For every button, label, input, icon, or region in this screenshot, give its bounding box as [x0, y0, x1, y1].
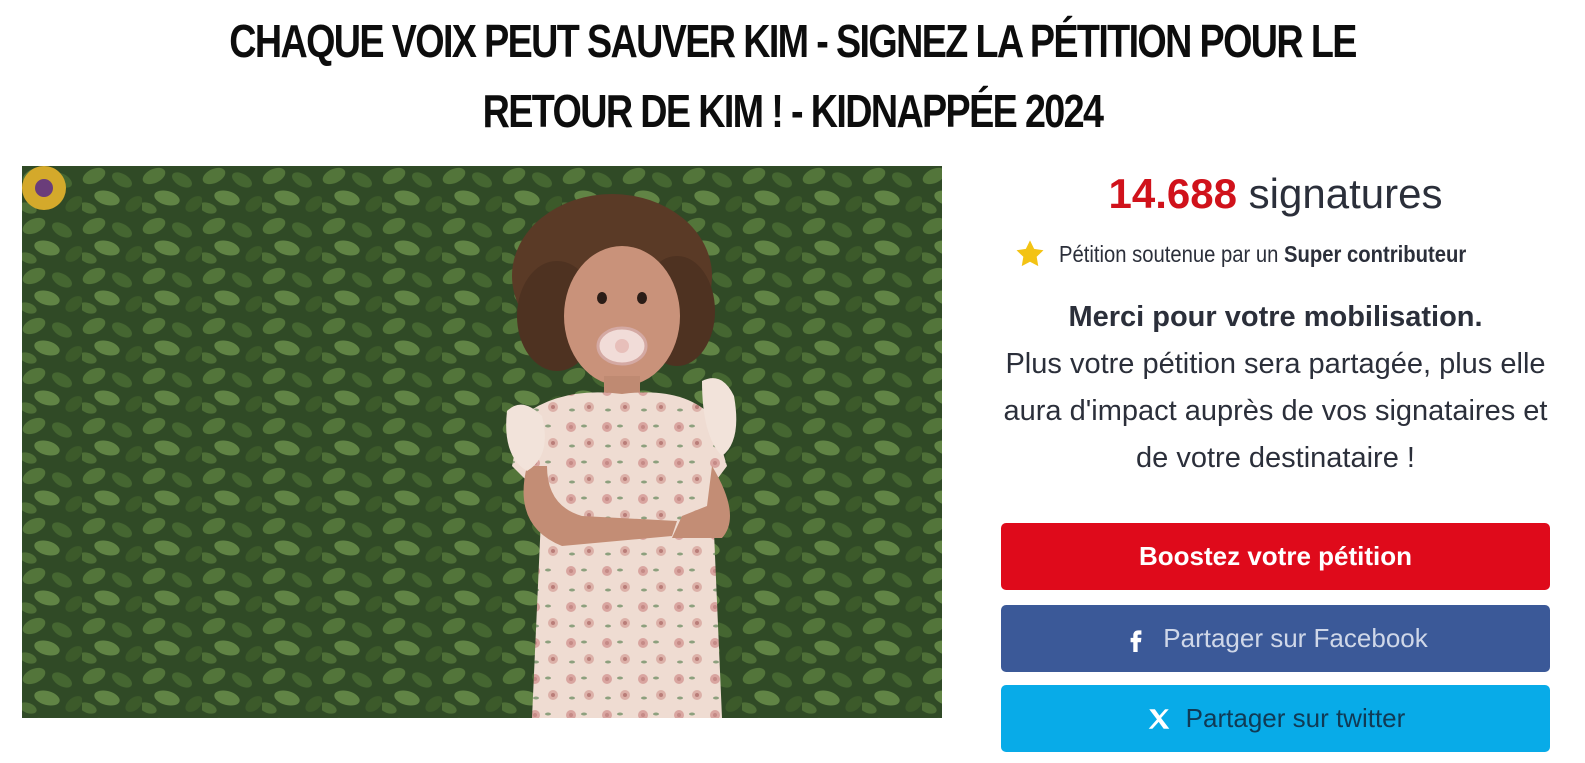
- thanks-heading: Merci pour votre mobilisation.: [1068, 301, 1483, 333]
- boost-petition-label: Boostez votre pétition: [1138, 541, 1412, 571]
- petition-photo: [22, 166, 942, 718]
- share-twitter-button[interactable]: Partager sur twitter: [1001, 685, 1550, 752]
- boost-petition-button[interactable]: Boostez votre pétition: [1001, 523, 1550, 590]
- x-logo-icon: [1146, 706, 1172, 732]
- signature-count: 14.688: [1108, 170, 1237, 217]
- signature-panel: 14.688 signatures Pétition soutenue par …: [1001, 166, 1550, 752]
- supporter-badge: Pétition soutenue par un Super contribut…: [1001, 238, 1550, 270]
- signature-counter: 14.688 signatures: [1001, 166, 1550, 222]
- petition-page: CHAQUE VOIX PEUT SAUVER KIM - SIGNEZ LA …: [0, 0, 1585, 763]
- supporter-text: Pétition soutenue par un Super contribut…: [1059, 238, 1481, 270]
- share-facebook-label: Partager sur Facebook: [1163, 623, 1428, 653]
- child-photo-image: [22, 166, 942, 718]
- thanks-body: Plus votre pétition sera partagée, plus …: [1003, 348, 1548, 474]
- signature-label: signatures: [1248, 170, 1443, 217]
- star-icon: [1013, 238, 1047, 270]
- share-twitter-label: Partager sur twitter: [1185, 703, 1406, 733]
- page-title: CHAQUE VOIX PEUT SAUVER KIM - SIGNEZ LA …: [229, 15, 1357, 137]
- share-facebook-button[interactable]: Partager sur Facebook: [1001, 605, 1550, 672]
- supporter-prefix: Pétition soutenue par un: [1058, 241, 1278, 267]
- supporter-highlight: Super contributeur: [1283, 241, 1466, 267]
- facebook-icon: [1123, 625, 1149, 653]
- thanks-message: Merci pour votre mobilisation. Plus votr…: [1001, 294, 1550, 482]
